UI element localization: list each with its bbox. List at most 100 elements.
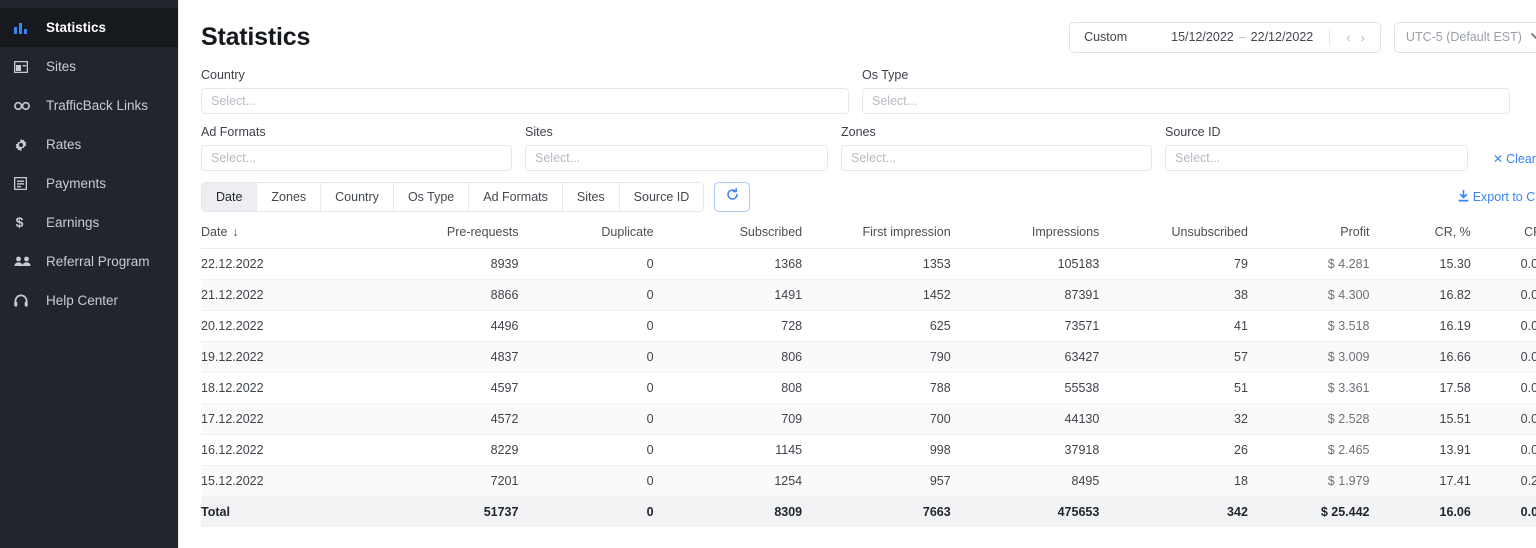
cell-duplicate: 0 <box>518 279 654 311</box>
cell-impressions: 37918 <box>950 434 1100 466</box>
cell-unsubscribed: 57 <box>1099 341 1248 373</box>
cell-subscribed: 1491 <box>653 279 803 311</box>
sidebar-item-statistics[interactable]: Statistics <box>0 8 178 47</box>
export-to-csv-button[interactable]: Export to CSV <box>1458 189 1536 205</box>
tab-sites[interactable]: Sites <box>562 183 620 211</box>
tab-os-type[interactable]: Os Type <box>393 183 470 211</box>
cell-date: 18.12.2022 <box>201 372 370 404</box>
table-row[interactable]: 16.12.2022 8229 0 1145 998 37918 26 $ 2.465 13.9… <box>201 434 1536 466</box>
page-header: Statistics Custom 15/12/2022 – 22/12/202… <box>201 0 1536 62</box>
export-label: Export to CSV <box>1472 190 1536 204</box>
cell-date: 19.12.2022 <box>201 341 370 373</box>
table-row[interactable]: 20.12.2022 4496 0 728 625 73571 41 $ 3.518 16.19… <box>201 310 1536 342</box>
sidebar-item-sites[interactable]: Sites <box>0 47 178 86</box>
cell-impressions: 8495 <box>950 465 1100 497</box>
column-header-pre-requests[interactable]: Pre-requests <box>369 220 519 249</box>
refresh-button[interactable] <box>714 182 751 212</box>
grouping-toolbar: Date Zones Country Os Type Ad Formats Si… <box>201 182 1536 212</box>
sidebar-item-earnings[interactable]: $ Earnings <box>0 203 178 242</box>
sidebar-item-label: Earnings <box>46 215 100 230</box>
tab-zones[interactable]: Zones <box>257 183 322 211</box>
app-root: Statistics Sites TrafficBack Links Rates… <box>0 0 1536 548</box>
filter-ad-formats: Ad Formats Select... <box>201 125 512 171</box>
cell-first-impression: 1353 <box>802 248 951 280</box>
table-head: Date ↓ Pre-requests Duplicate Subscribed … <box>201 220 1536 249</box>
column-header-cpm[interactable]: CPM <box>1470 220 1536 249</box>
table-row[interactable]: 22.12.2022 8939 0 1368 1353 105183 79 $ 4.281 15… <box>201 248 1536 280</box>
column-header-duplicate[interactable]: Duplicate <box>518 220 654 249</box>
column-header-unsubscribed[interactable]: Unsubscribed <box>1099 220 1248 249</box>
column-header-date[interactable]: Date ↓ <box>201 220 370 249</box>
sidebar-item-payments[interactable]: Payments <box>0 164 178 203</box>
cell-cpm: 0.049 <box>1470 279 1536 311</box>
cell-duplicate: 0 <box>518 372 654 404</box>
filter-label: Source ID <box>1165 125 1221 139</box>
cell-pre-requests: 4496 <box>369 310 519 342</box>
cell-cpm: 0.057 <box>1470 403 1536 435</box>
table-row[interactable]: 18.12.2022 4597 0 808 788 55538 51 $ 3.361 17.58… <box>201 372 1536 404</box>
table-header-row: Date ↓ Pre-requests Duplicate Subscribed … <box>201 220 1536 249</box>
cell-cr: 16.82 <box>1369 279 1471 311</box>
sites-select-input[interactable]: Select... <box>525 145 828 171</box>
table-row[interactable]: 17.12.2022 4572 0 709 700 44130 32 $ 2.528 15.51… <box>201 403 1536 435</box>
cell-duplicate: 0 <box>518 403 654 435</box>
sidebar-item-rates[interactable]: Rates <box>0 125 178 164</box>
cell-duplicate: 0 <box>518 465 654 497</box>
main-content: Statistics Custom 15/12/2022 – 22/12/202… <box>178 0 1536 548</box>
date-prev-button[interactable]: ‹ <box>1341 30 1355 45</box>
sidebar-item-trafficback-links[interactable]: TrafficBack Links <box>0 86 178 125</box>
cell-unsubscribed: 18 <box>1099 465 1248 497</box>
cell-unsubscribed: 26 <box>1099 434 1248 466</box>
column-header-impressions[interactable]: Impressions <box>950 220 1100 249</box>
headset-icon <box>14 293 36 309</box>
zones-select-input[interactable]: Select... <box>841 145 1152 171</box>
link-chain-icon <box>14 98 36 114</box>
sidebar-item-referral-program[interactable]: Referral Program <box>0 242 178 281</box>
table-row[interactable]: 15.12.2022 7201 0 1254 957 8495 18 $ 1.979 17.41… <box>201 465 1536 497</box>
cell-cpm: 0.047 <box>1470 341 1536 373</box>
cell-date: 20.12.2022 <box>201 310 370 342</box>
clear-all-button[interactable]: ✕ Clear all <box>1493 152 1536 171</box>
cell-subscribed: 808 <box>653 372 803 404</box>
country-select-input[interactable]: Select... <box>201 88 849 114</box>
date-next-button[interactable]: › <box>1356 30 1370 45</box>
total-cell-cpm: 0.053 <box>1470 496 1536 527</box>
bar-chart-icon <box>14 20 36 36</box>
sidebar-item-help-center[interactable]: Help Center <box>0 281 178 320</box>
os-type-select-input[interactable]: Select... <box>862 88 1510 114</box>
grouping-tabs: Date Zones Country Os Type Ad Formats Si… <box>201 182 751 212</box>
source-id-select-input[interactable]: Select... <box>1165 145 1468 171</box>
cell-profit: $ 2.465 <box>1247 434 1370 466</box>
cell-first-impression: 700 <box>802 403 951 435</box>
cell-impressions: 105183 <box>950 248 1100 280</box>
total-cell-duplicate: 0 <box>518 496 654 527</box>
cell-profit: $ 3.361 <box>1247 372 1370 404</box>
cell-first-impression: 625 <box>802 310 951 342</box>
ad-formats-select-input[interactable]: Select... <box>201 145 512 171</box>
filter-os-type: Os Type Select... <box>862 68 1510 114</box>
cell-impressions: 87391 <box>950 279 1100 311</box>
column-header-first-impression[interactable]: First impression <box>802 220 951 249</box>
cell-first-impression: 998 <box>802 434 951 466</box>
table-row[interactable]: 19.12.2022 4837 0 806 790 63427 57 $ 3.009 16.66… <box>201 341 1536 373</box>
column-header-cr[interactable]: CR, % <box>1369 220 1471 249</box>
cell-cpm: 0.065 <box>1470 434 1536 466</box>
table-total-row: Total 51737 0 8309 7663 475653 342 $ 25.442 16.0… <box>201 496 1536 527</box>
cell-cr: 17.58 <box>1369 372 1471 404</box>
table-row[interactable]: 21.12.2022 8866 0 1491 1452 87391 38 $ 4.300 16.… <box>201 279 1536 311</box>
tab-date[interactable]: Date <box>202 183 258 211</box>
sidebar-item-label: Statistics <box>46 20 107 35</box>
sidebar-item-label: Help Center <box>46 293 119 308</box>
tab-ad-formats[interactable]: Ad Formats <box>469 183 563 211</box>
sidebar-item-label: TrafficBack Links <box>46 98 149 113</box>
cell-profit: $ 3.009 <box>1247 341 1370 373</box>
cell-pre-requests: 4597 <box>369 372 519 404</box>
column-header-profit[interactable]: Profit <box>1247 220 1370 249</box>
sort-desc-icon: ↓ <box>232 225 239 239</box>
timezone-select[interactable]: UTC-5 (Default EST) <box>1393 21 1536 53</box>
tab-source-id[interactable]: Source ID <box>619 183 704 211</box>
column-header-subscribed[interactable]: Subscribed <box>653 220 803 249</box>
date-range-picker[interactable]: Custom 15/12/2022 – 22/12/2022 ‹ › <box>1069 21 1381 53</box>
cell-subscribed: 709 <box>653 403 803 435</box>
tab-country[interactable]: Country <box>321 183 394 211</box>
